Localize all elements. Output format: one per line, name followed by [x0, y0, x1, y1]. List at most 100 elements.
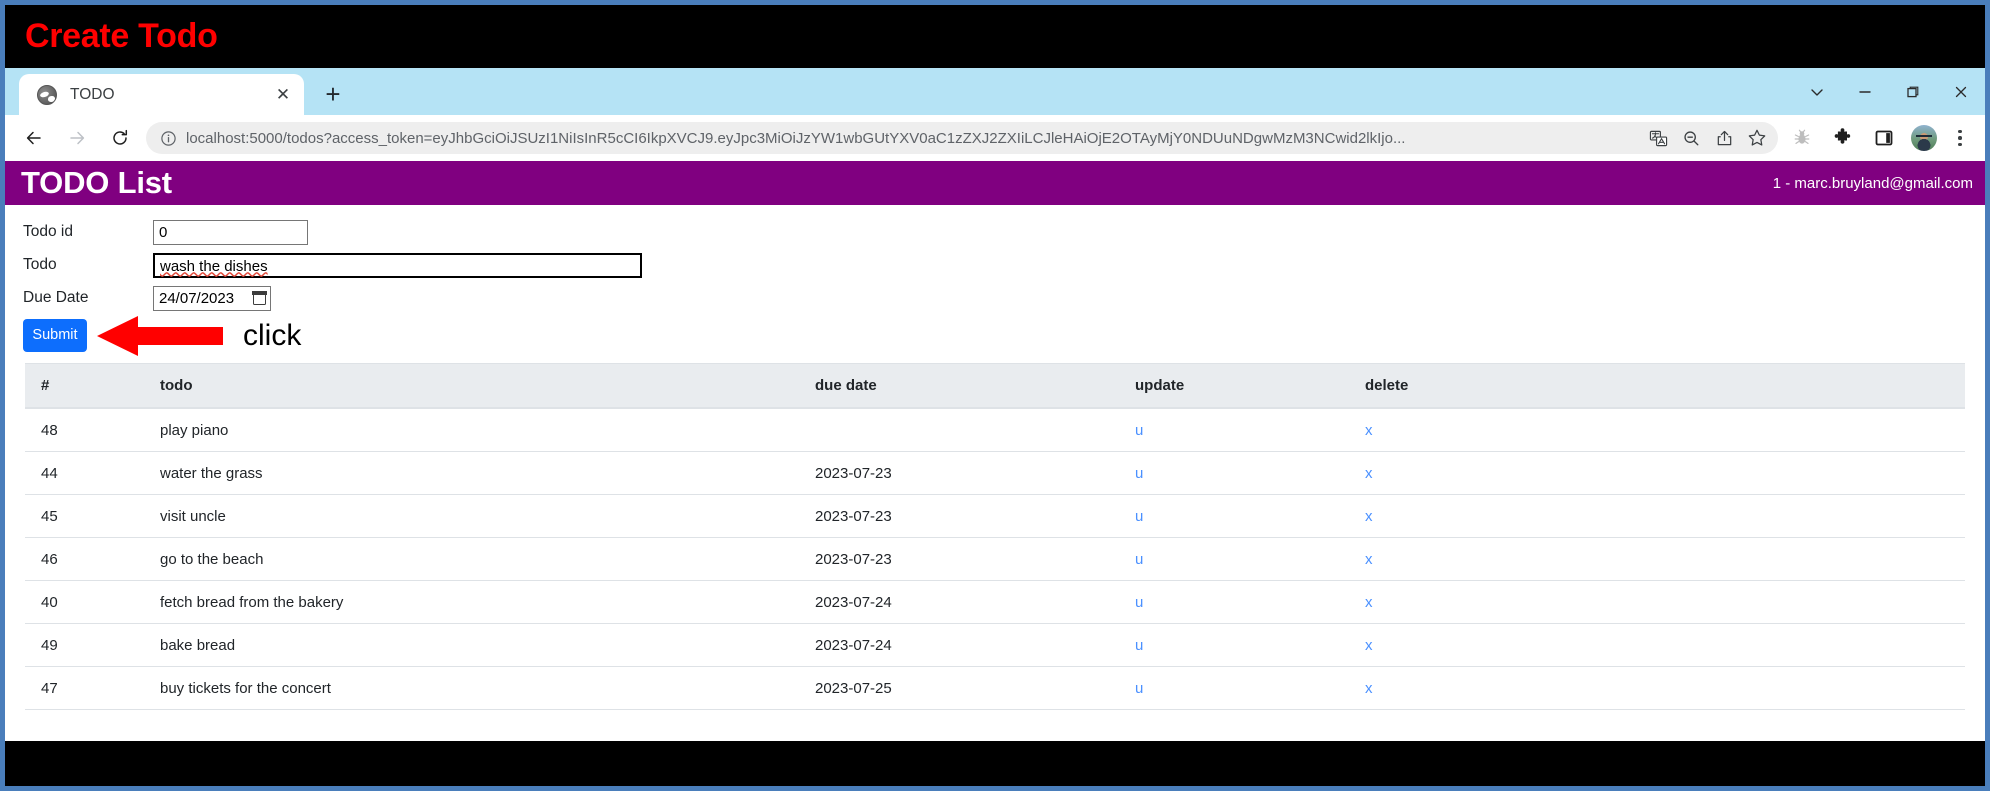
update-link[interactable]: u [1135, 465, 1143, 482]
cell-id: 47 [25, 666, 160, 710]
update-link[interactable]: u [1135, 508, 1143, 525]
table-row: 49 bake bread 2023-07-24 u x [25, 623, 1965, 667]
kebab-menu-icon[interactable] [1945, 121, 1975, 155]
side-panel-icon[interactable] [1867, 121, 1901, 155]
submit-row: Submit click [23, 315, 1985, 356]
delete-link[interactable]: x [1365, 637, 1373, 654]
cell-update: u [1135, 537, 1365, 581]
annotation-arrow-icon [95, 314, 225, 358]
cell-due: 2023-07-23 [815, 494, 1135, 538]
update-link[interactable]: u [1135, 594, 1143, 611]
label-todo: Todo [23, 256, 57, 273]
cell-todo: fetch bread from the bakery [160, 580, 815, 624]
cell-todo: buy tickets for the concert [160, 666, 815, 710]
address-bar[interactable]: localhost:5000/todos?access_token=eyJhbG… [146, 122, 1778, 154]
minimize-icon[interactable] [1841, 68, 1889, 115]
label-todo-id: Todo id [23, 223, 73, 240]
update-link[interactable]: u [1135, 637, 1143, 654]
globe-icon [37, 84, 57, 105]
cell-due: 2023-07-24 [815, 580, 1135, 624]
update-link[interactable]: u [1135, 551, 1143, 568]
delete-link[interactable]: x [1365, 594, 1373, 611]
bug-icon[interactable] [1785, 121, 1819, 155]
delete-link[interactable]: x [1365, 508, 1373, 525]
browser-toolbar: localhost:5000/todos?access_token=eyJhbG… [5, 115, 1985, 161]
cell-due [815, 408, 1135, 452]
cell-due: 2023-07-23 [815, 537, 1135, 581]
cell-todo: play piano [160, 408, 815, 452]
th-todo: todo [160, 363, 815, 409]
cell-delete: x [1365, 537, 1965, 581]
translate-icon[interactable] [1643, 123, 1673, 153]
back-arrow-icon[interactable] [17, 121, 51, 155]
due-date-input[interactable]: 24/07/2023 [153, 285, 271, 311]
cell-delete: x [1365, 623, 1965, 667]
th-due: due date [815, 363, 1135, 409]
table-row: 45 visit uncle 2023-07-23 u x [25, 494, 1965, 538]
annotation-title: Create Todo [25, 17, 218, 55]
cell-update: u [1135, 580, 1365, 624]
table-row: 40 fetch bread from the bakery 2023-07-24 u… [25, 580, 1965, 624]
annotation-banner: Create Todo [5, 5, 1985, 68]
todo-table-head: # todo due date update delete [25, 363, 1965, 409]
table-header-row: # todo due date update delete [25, 363, 1965, 409]
zoom-out-icon[interactable] [1676, 123, 1706, 153]
cell-delete: x [1365, 408, 1965, 452]
todo-text-input[interactable]: wash the dishes [153, 252, 642, 278]
table-row: 48 play piano u x [25, 408, 1965, 452]
close-icon[interactable]: ✕ [272, 84, 294, 106]
cell-update: u [1135, 623, 1365, 667]
todo-text-value: wash the dishes [160, 257, 268, 275]
cell-id: 45 [25, 494, 160, 538]
maximize-icon[interactable] [1889, 68, 1937, 115]
cell-id: 49 [25, 623, 160, 667]
cell-todo: water the grass [160, 451, 815, 495]
cell-due: 2023-07-23 [815, 451, 1135, 495]
th-delete: delete [1365, 363, 1965, 409]
update-link[interactable]: u [1135, 422, 1143, 439]
tab-title: TODO [70, 85, 115, 103]
form-row-due-date: Due Date 24/07/2023 [23, 285, 1985, 311]
todo-table: # todo due date update delete 48 play pia… [25, 363, 1965, 710]
cell-delete: x [1365, 451, 1965, 495]
cell-todo: go to the beach [160, 537, 815, 581]
reload-icon[interactable] [103, 121, 137, 155]
label-due-date: Due Date [23, 289, 89, 306]
delete-link[interactable]: x [1365, 422, 1373, 439]
delete-link[interactable]: x [1365, 465, 1373, 482]
puzzle-piece-icon[interactable] [1826, 121, 1860, 155]
avatar[interactable] [1911, 125, 1937, 151]
share-icon[interactable] [1709, 123, 1739, 153]
user-label: 1 - marc.bruyland@gmail.com [1772, 174, 1973, 192]
cell-id: 48 [25, 408, 160, 452]
app-header: TODO List 1 - marc.bruyland@gmail.com [5, 161, 1985, 205]
page-content: TODO List 1 - marc.bruyland@gmail.com To… [5, 161, 1985, 741]
delete-link[interactable]: x [1365, 551, 1373, 568]
table-row: 46 go to the beach 2023-07-23 u x [25, 537, 1965, 581]
browser-tab-todo[interactable]: TODO ✕ [19, 74, 304, 115]
delete-link[interactable]: x [1365, 680, 1373, 697]
url-text: localhost:5000/todos?access_token=eyJhbG… [186, 129, 1406, 147]
table-row: 47 buy tickets for the concert 2023-07-25 u… [25, 666, 1965, 710]
annotation-click-label: click [243, 318, 302, 352]
cell-due: 2023-07-25 [815, 666, 1135, 710]
cell-update: u [1135, 666, 1365, 710]
bookmark-star-icon[interactable] [1742, 123, 1772, 153]
window-close-icon[interactable] [1937, 68, 1985, 115]
browser-window: Create Todo TODO ✕ + localhost:5000/todo… [0, 0, 1990, 791]
table-row: 44 water the grass 2023-07-23 u x [25, 451, 1965, 495]
cell-id: 40 [25, 580, 160, 624]
update-link[interactable]: u [1135, 680, 1143, 697]
cell-id: 46 [25, 537, 160, 581]
forward-arrow-icon [60, 121, 94, 155]
form-row-todo-id: Todo id 0 [23, 219, 1985, 245]
cell-delete: x [1365, 494, 1965, 538]
todo-table-body: 48 play piano u x 44 water the grass 2023-07-2… [25, 408, 1965, 710]
new-tab-button[interactable]: + [316, 77, 350, 111]
calendar-icon[interactable] [252, 290, 267, 305]
window-controls [1793, 68, 1985, 115]
info-circle-icon[interactable] [158, 128, 178, 148]
todo-id-input[interactable]: 0 [153, 219, 308, 245]
chevron-down-icon[interactable] [1793, 68, 1841, 115]
submit-button[interactable]: Submit [23, 319, 87, 352]
